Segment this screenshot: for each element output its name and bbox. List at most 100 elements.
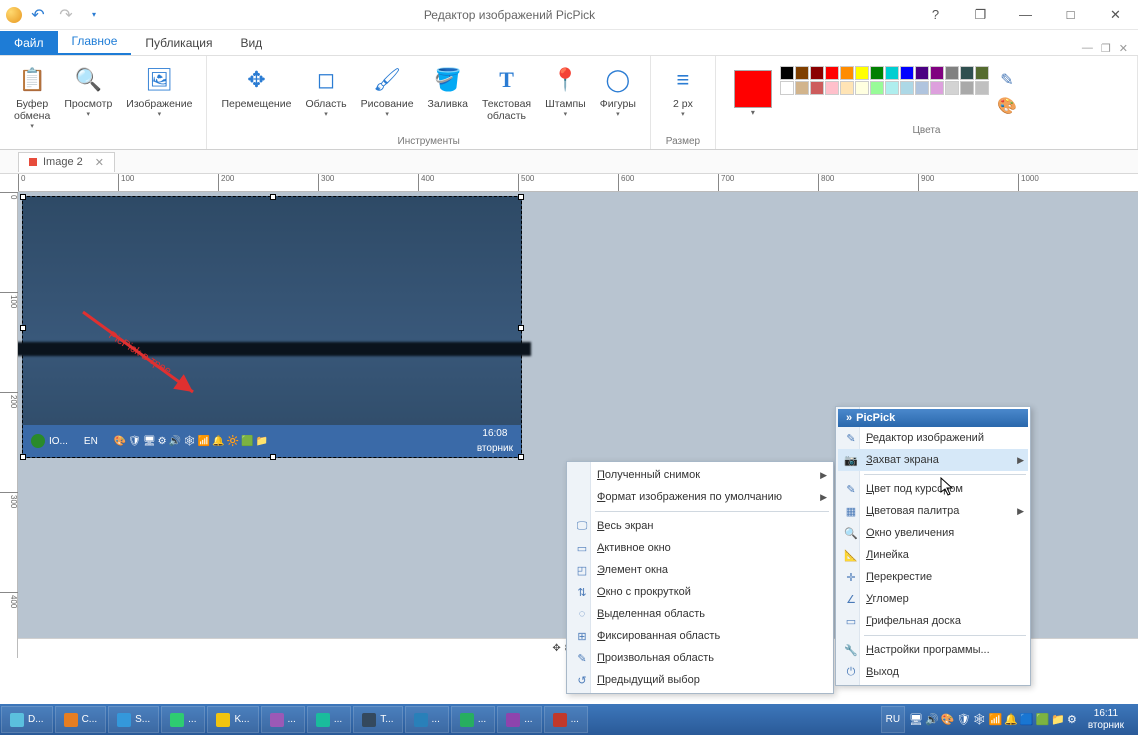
taskbar-button[interactable]: C... <box>55 706 107 733</box>
menu-item[interactable]: 🔍Окно увеличения <box>838 522 1028 544</box>
color-swatch[interactable] <box>900 66 914 80</box>
color-swatch[interactable] <box>960 81 974 95</box>
menu-item[interactable]: ▭Активное окно <box>569 537 831 559</box>
shapes-tool-button[interactable]: ◯ Фигуры ▾ <box>594 60 642 122</box>
undo-button[interactable]: ↶ <box>26 4 50 26</box>
taskbar-button[interactable]: ... <box>451 706 495 733</box>
color-swatch[interactable] <box>840 66 854 80</box>
taskbar-button[interactable]: ... <box>497 706 541 733</box>
minimize-button[interactable]: — <box>1003 1 1048 29</box>
color-swatch[interactable] <box>975 81 989 95</box>
color-swatch[interactable] <box>975 66 989 80</box>
fill-tool-button[interactable]: 🪣 Заливка <box>422 60 474 114</box>
stamps-tool-button[interactable]: 📍 Штампы ▾ <box>539 60 592 122</box>
color-swatch[interactable] <box>825 66 839 80</box>
menu-item[interactable]: ✎Цвет под курсором <box>838 478 1028 500</box>
tab-file[interactable]: Файл <box>0 31 58 55</box>
color-swatch[interactable] <box>915 66 929 80</box>
draw-tool-button[interactable]: 🖌 Рисование ▾ <box>355 60 420 122</box>
handle-s[interactable] <box>270 454 276 460</box>
image-button[interactable]: 🖼 Изображение ▾ <box>120 60 198 122</box>
taskbar-button[interactable]: T... <box>353 706 402 733</box>
mdi-restore[interactable]: ❐ <box>1101 42 1111 55</box>
menu-item[interactable]: ↺Предыдущий выбор <box>569 669 831 691</box>
preview-button[interactable]: 🔍 Просмотр ▾ <box>58 60 118 122</box>
menu-item[interactable]: ◰Элемент окна <box>569 559 831 581</box>
menu-item[interactable]: ▦Цветовая палитра▶ <box>838 500 1028 522</box>
color-swatch[interactable] <box>930 81 944 95</box>
menu-item[interactable]: ✛Перекрестие <box>838 566 1028 588</box>
mdi-close[interactable]: ✕ <box>1119 42 1128 55</box>
color-swatch[interactable] <box>795 66 809 80</box>
handle-w[interactable] <box>20 325 26 331</box>
color-swatch[interactable] <box>885 66 899 80</box>
handle-sw[interactable] <box>20 454 26 460</box>
menu-item[interactable]: ⏻Выход <box>838 661 1028 683</box>
color-swatch[interactable] <box>930 66 944 80</box>
menu-item[interactable]: ◌Выделенная область <box>569 603 831 625</box>
taskbar-button[interactable]: S... <box>108 706 159 733</box>
close-tab-icon[interactable]: ✕ <box>95 156 104 169</box>
handle-ne[interactable] <box>518 194 524 200</box>
app-orb-icon[interactable] <box>6 7 22 23</box>
clipboard-button[interactable]: 📋 Буфер обмена ▾ <box>8 60 56 134</box>
help-button[interactable]: ? <box>913 1 958 29</box>
ruler-horizontal[interactable]: 01002003004005006007008009001000 <box>18 174 1138 192</box>
line-size-button[interactable]: ≡ 2 px ▾ <box>659 60 707 122</box>
color-swatch[interactable] <box>960 66 974 80</box>
canvas-image[interactable]: PicPick в трее IO... EN 🎨🛡🖥⚙🔊🕸📶🔔🔆🟩📁 16:0… <box>22 196 522 458</box>
move-tool-button[interactable]: ✥ Перемещение <box>215 60 297 114</box>
color-swatch[interactable] <box>795 81 809 95</box>
handle-nw[interactable] <box>20 194 26 200</box>
tab-view[interactable]: Вид <box>226 31 276 55</box>
mdi-min[interactable]: — <box>1082 42 1093 55</box>
eyedropper-icon[interactable]: ✎ <box>1000 70 1013 90</box>
handle-e[interactable] <box>518 325 524 331</box>
menu-item[interactable]: 🖵Весь экран <box>569 515 831 537</box>
taskbar-button[interactable]: ... <box>405 706 449 733</box>
menu-item[interactable]: ⊞Фиксированная область <box>569 625 831 647</box>
tab-publish[interactable]: Публикация <box>131 31 226 55</box>
current-color-swatch[interactable]: ▾ <box>734 66 772 117</box>
doc-tab-image2[interactable]: Image 2 ✕ <box>18 152 115 172</box>
tab-home[interactable]: Главное <box>58 29 132 55</box>
redo-button[interactable]: ↷ <box>54 4 78 26</box>
menu-item[interactable]: 🔧Настройки программы... <box>838 639 1028 661</box>
color-wheel-icon[interactable]: 🎨 <box>997 96 1017 116</box>
os-clock[interactable]: 16:11 вторник <box>1080 708 1132 732</box>
menu-item[interactable]: ✎Редактор изображений <box>838 427 1028 449</box>
handle-se[interactable] <box>518 454 524 460</box>
color-swatch[interactable] <box>825 81 839 95</box>
color-swatch[interactable] <box>945 66 959 80</box>
menu-item[interactable]: Полученный снимок▶ <box>569 464 831 486</box>
lang-badge[interactable]: RU <box>881 706 905 733</box>
ruler-vertical[interactable]: 0100200300400 <box>0 192 18 658</box>
color-swatch[interactable] <box>810 66 824 80</box>
color-swatch[interactable] <box>780 81 794 95</box>
menu-item[interactable]: ⇅Окно с прокруткой <box>569 581 831 603</box>
color-swatch[interactable] <box>855 81 869 95</box>
menu-item[interactable]: ∠Угломер <box>838 588 1028 610</box>
menu-item[interactable]: ▭Грифельная доска <box>838 610 1028 632</box>
color-swatch[interactable] <box>870 81 884 95</box>
color-swatch[interactable] <box>870 66 884 80</box>
maximize-button[interactable]: □ <box>1048 1 1093 29</box>
text-tool-button[interactable]: T Текстовая область <box>476 60 537 126</box>
menu-item[interactable]: Формат изображения по умолчанию▶ <box>569 486 831 508</box>
color-swatch[interactable] <box>840 81 854 95</box>
taskbar-button[interactable]: ... <box>307 706 351 733</box>
taskbar-button[interactable]: ... <box>261 706 305 733</box>
taskbar-button[interactable]: ... <box>544 706 588 733</box>
menu-item[interactable]: 📷Захват экрана▶ <box>838 449 1028 471</box>
color-swatch[interactable] <box>900 81 914 95</box>
taskbar-button[interactable]: ... <box>161 706 205 733</box>
taskbar-button[interactable]: D... <box>1 706 53 733</box>
color-swatch[interactable] <box>915 81 929 95</box>
menu-item[interactable]: 📐Линейка <box>838 544 1028 566</box>
restore-button[interactable]: ❐ <box>958 1 1003 29</box>
color-swatch[interactable] <box>780 66 794 80</box>
qat-dropdown[interactable]: ▾ <box>82 4 106 26</box>
color-swatch[interactable] <box>855 66 869 80</box>
menu-item[interactable]: ✎Произвольная область <box>569 647 831 669</box>
color-swatch[interactable] <box>945 81 959 95</box>
